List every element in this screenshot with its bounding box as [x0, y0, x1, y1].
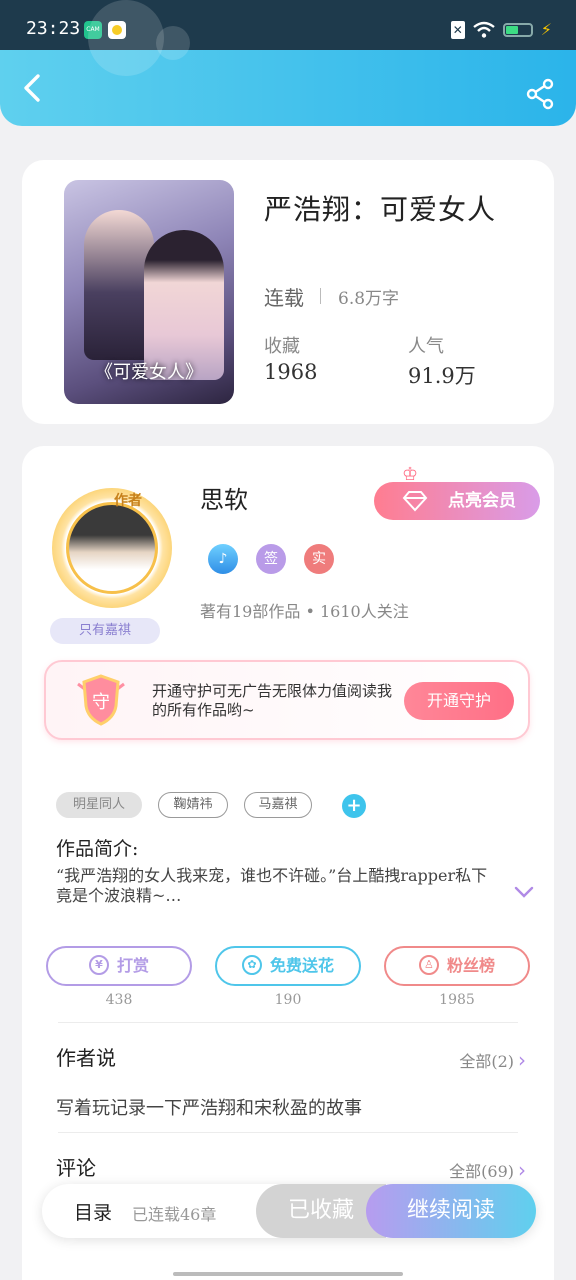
word-count: 6.8万字: [338, 289, 400, 309]
book-status: 连载: [264, 286, 304, 310]
comments-more[interactable]: 全部(69) ›: [449, 1158, 526, 1182]
signed-badge: 签: [256, 544, 286, 574]
wifi-icon: [473, 21, 495, 38]
reward-button[interactable]: ¥ 打赏: [46, 946, 192, 986]
divider: [58, 1132, 518, 1133]
send-flower-button[interactable]: ✿ 免费送花: [215, 946, 361, 986]
continue-reading-button[interactable]: 继续阅读: [366, 1184, 536, 1238]
intro-label: 作品简介:: [56, 838, 139, 860]
popularity-label: 人气: [408, 336, 444, 357]
status-indicators: ✕ ⚡: [450, 20, 552, 39]
tag-item[interactable]: 明星同人: [56, 792, 142, 818]
send-flower-label: 免费送花: [269, 956, 334, 975]
chevron-right-icon: ›: [518, 1048, 526, 1072]
popularity-value: 91.9万: [408, 364, 476, 388]
chevron-down-icon[interactable]: [514, 886, 534, 898]
chevron-right-icon: ›: [518, 1158, 526, 1182]
open-guard-button[interactable]: 开通守护: [404, 682, 514, 720]
author-card: 作者 只有嘉祺 思软 ♔ 点亮会员 ♪ 签 实 著有19部作品 • 1610人关…: [22, 446, 554, 1280]
verified-badge: 实: [304, 544, 334, 574]
flower-count: 190: [274, 992, 302, 1008]
book-title: 严浩翔：可爱女人: [264, 193, 497, 226]
tag-item[interactable]: 马嘉祺: [244, 792, 312, 818]
tag-item[interactable]: 鞠婧祎: [158, 792, 228, 818]
charging-icon: ⚡: [540, 20, 552, 39]
yuan-icon: ¥: [88, 954, 109, 975]
fan-rank-label: 粉丝榜: [446, 956, 495, 975]
author-avatar-frame[interactable]: [52, 488, 172, 608]
favorites-label: 收藏: [264, 336, 300, 357]
back-icon[interactable]: [18, 72, 50, 104]
comments-title: 评论: [56, 1156, 96, 1180]
book-cover[interactable]: 《可爱女人》: [64, 180, 234, 404]
decor-bubble: [156, 26, 190, 60]
header-bar: [0, 0, 576, 126]
share-icon[interactable]: [524, 78, 556, 110]
guard-text: 开通守护可无广告无限体力值阅读我的所有作品哟~: [152, 682, 393, 719]
no-sim-icon: ✕: [450, 20, 465, 39]
avatar: [66, 502, 158, 594]
guard-shield-icon: 守: [77, 674, 125, 726]
bottom-action-bar: 目录 已连载46章 已收藏 继续阅读: [42, 1184, 536, 1238]
status-time: 23:23: [26, 18, 81, 39]
fan-pill[interactable]: 只有嘉祺: [50, 618, 160, 644]
vip-button[interactable]: 点亮会员: [374, 482, 540, 520]
comments-more-label: 全部(69): [449, 1162, 514, 1181]
author-meta: 著有19部作品 • 1610人关注: [200, 602, 409, 621]
reward-label: 打赏: [116, 956, 149, 975]
music-badge-icon: ♪: [208, 544, 238, 574]
divider: [320, 288, 321, 304]
decor-bubble: [88, 0, 164, 76]
author-says-text: 写着玩记录一下严浩翔和宋秋盈的故事: [56, 1098, 362, 1119]
toc-button[interactable]: 目录: [74, 1198, 112, 1225]
author-says-more-label: 全部(2): [459, 1052, 514, 1071]
cover-title: 《可爱女人》: [95, 362, 203, 383]
home-indicator[interactable]: [173, 1272, 403, 1276]
book-info-card: 《可爱女人》 严浩翔：可爱女人 连载 6.8万字 收藏 1968 人气 91.9…: [22, 160, 554, 424]
status-bar: 23:23 CAM ✕ ⚡: [0, 0, 576, 56]
guard-shield-char: 守: [92, 692, 110, 713]
favorites-value: 1968: [264, 360, 318, 384]
fan-count: 1985: [439, 992, 475, 1008]
diamond-icon: [402, 491, 428, 512]
battery-icon: [502, 22, 533, 37]
author-says-title: 作者说: [56, 1046, 116, 1070]
fan-icon: ♙: [418, 954, 439, 975]
add-tag-button[interactable]: +: [342, 794, 366, 818]
fan-rank-button[interactable]: ♙ 粉丝榜: [384, 946, 530, 986]
guard-promo: 守 开通守护可无广告无限体力值阅读我的所有作品哟~ 开通守护: [44, 660, 530, 740]
author-name[interactable]: 思软: [200, 480, 248, 515]
reward-count: 438: [105, 992, 133, 1008]
intro-text: “我严浩翔的女人我来宠，谁也不许碰。”台上酷拽rapper私下竟是个波浪精~…: [56, 866, 488, 905]
author-says-more[interactable]: 全部(2) ›: [459, 1048, 526, 1072]
author-tag: 作者: [114, 493, 142, 509]
flower-icon: ✿: [241, 954, 262, 975]
toc-chapter-count: 已连载46章: [132, 1205, 217, 1224]
divider: [58, 1022, 518, 1023]
